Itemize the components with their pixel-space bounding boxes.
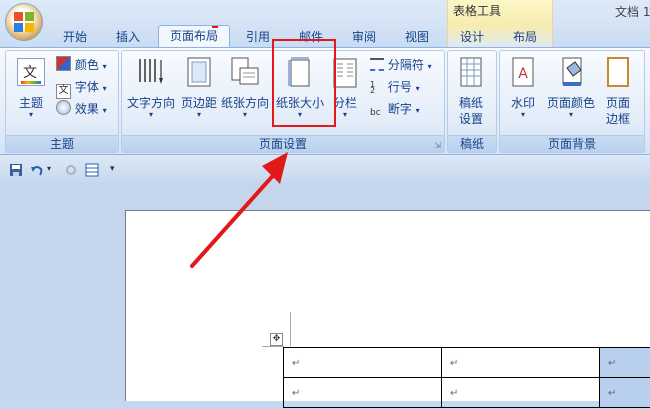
chevron-down-icon: ▾ [196,110,201,119]
redo-icon[interactable] [64,163,78,177]
tab-home[interactable]: 开始 [55,27,95,47]
group-draft-paper-label: 稿纸 [448,135,496,152]
theme-colors-label: 颜色 [74,58,99,72]
breaks-button[interactable]: 分隔符 ▾ [370,56,432,73]
draft-settings-label-2: 设置 [458,112,483,126]
watermark-label: 水印 [510,96,535,110]
columns-icon [333,58,357,88]
svg-text:A: A [518,66,528,82]
palette-icon [56,56,71,71]
margins-icon [187,57,211,87]
line-numbers-icon: 12 [370,80,376,95]
group-theme-label: 主题 [6,135,118,152]
draft-settings-label-1: 稿纸 [458,96,483,110]
tab-table-design[interactable]: 设计 [452,27,492,47]
chevron-down-icon: ▾ [415,84,420,93]
tab-review[interactable]: 审阅 [344,27,384,47]
theme-effects-button[interactable]: 效果 ▾ [56,100,107,117]
tab-table-layout[interactable]: 布局 [505,27,545,47]
orientation-button[interactable]: 纸张方向 ▾ [220,54,270,120]
tab-page-layout[interactable]: 页面布局 [158,25,230,49]
annotation-arrow-icon [190,152,288,268]
margin-guide-horizontal [262,346,284,347]
table-cell[interactable]: ↵ [441,347,600,378]
chevron-down-icon[interactable]: ▾ [47,164,51,173]
orientation-icon [231,57,259,85]
theme-button[interactable]: 文 主题 ▾ [13,54,49,120]
table-move-handle-icon[interactable]: ✥ [270,333,283,346]
draft-settings-button[interactable]: 稿纸 设置 [451,54,491,134]
chevron-down-icon: ▾ [427,62,432,71]
theme-color-strip [21,81,41,84]
table-cell[interactable]: ↵ [441,377,600,408]
theme-icon-text: 文 [23,65,37,81]
chevron-down-icon: ▾ [28,110,33,119]
annotation-highlight-box [272,39,336,127]
table-cell[interactable]: ↵ [599,377,650,408]
margin-guide-vertical [290,312,291,346]
group-page-background-label: 页面背景 [500,135,644,152]
theme-effects-label: 效果 [74,102,99,116]
watermark-icon: A [512,57,534,87]
table-cell[interactable]: ↵ [599,347,650,378]
tab-view[interactable]: 视图 [397,27,437,47]
undo-icon[interactable] [30,163,44,177]
dialog-launcher-icon[interactable]: ⇲ [434,141,441,150]
line-numbers-label: 行号 [387,80,412,94]
page-borders-icon [607,57,629,87]
line-numbers-button[interactable]: 12 行号 ▾ [370,78,420,95]
tab-insert[interactable]: 插入 [108,27,148,47]
table-cell[interactable]: ↵ [283,347,442,378]
draft-paper-icon [460,57,482,87]
theme-fonts-button[interactable]: 文 字体 ▾ [56,78,107,99]
chevron-down-icon: ▾ [415,106,420,115]
orientation-label: 纸张方向 [220,96,269,110]
text-direction-icon [139,59,163,84]
theme-button-label: 主题 [18,96,43,110]
table-tools-label: 表格工具 [452,4,501,18]
page-borders-label-2: 边框 [605,112,630,126]
breaks-icon [370,58,384,71]
text-direction-button[interactable]: 文字方向 ▾ [125,54,177,120]
page-borders-button[interactable]: 页面 边框 [600,54,636,134]
document-title: 文档 1 [615,5,650,19]
theme-icon: 文 [17,58,45,86]
hyphenation-label: 断字 [387,102,412,116]
theme-fonts-label: 字体 [74,80,99,94]
chevron-down-icon: ▾ [242,110,247,119]
chevron-down-icon: ▾ [520,110,525,119]
chevron-down-icon: ▾ [568,110,573,119]
document-table[interactable]: ↵ ↵ ↵ ↵ ↵ ↵ [283,347,650,408]
tab-marker [212,26,218,28]
save-icon[interactable] [9,163,23,177]
customize-toolbar-icon[interactable]: ▾ [110,164,115,174]
effects-icon [56,100,71,115]
page-color-label: 页面颜色 [546,96,595,110]
hyphenation-icon: bc [370,108,381,118]
paint-bucket-icon [562,57,582,86]
chevron-down-icon: ▾ [148,110,153,119]
chevron-down-icon: ▾ [102,62,107,71]
page-color-button[interactable]: 页面颜色 ▾ [544,54,598,120]
table-cell[interactable]: ↵ [283,377,442,408]
page-borders-label-1: 页面 [605,96,630,110]
theme-colors-button[interactable]: 颜色 ▾ [56,56,107,73]
hyphenation-button[interactable]: bc 断字 ▾ [370,100,420,121]
watermark-button[interactable]: A 水印 ▾ [505,54,541,120]
office-logo-icon [14,12,34,32]
chevron-down-icon: ▾ [102,106,107,115]
table-layout-icon[interactable] [85,163,99,177]
margins-label: 页边距 [180,96,217,110]
font-icon: 文 [56,84,71,99]
chevron-down-icon: ▾ [102,84,107,93]
margins-button[interactable]: 页边距 ▾ [178,54,220,120]
breaks-label: 分隔符 [387,58,424,72]
text-direction-label: 文字方向 [126,96,175,110]
